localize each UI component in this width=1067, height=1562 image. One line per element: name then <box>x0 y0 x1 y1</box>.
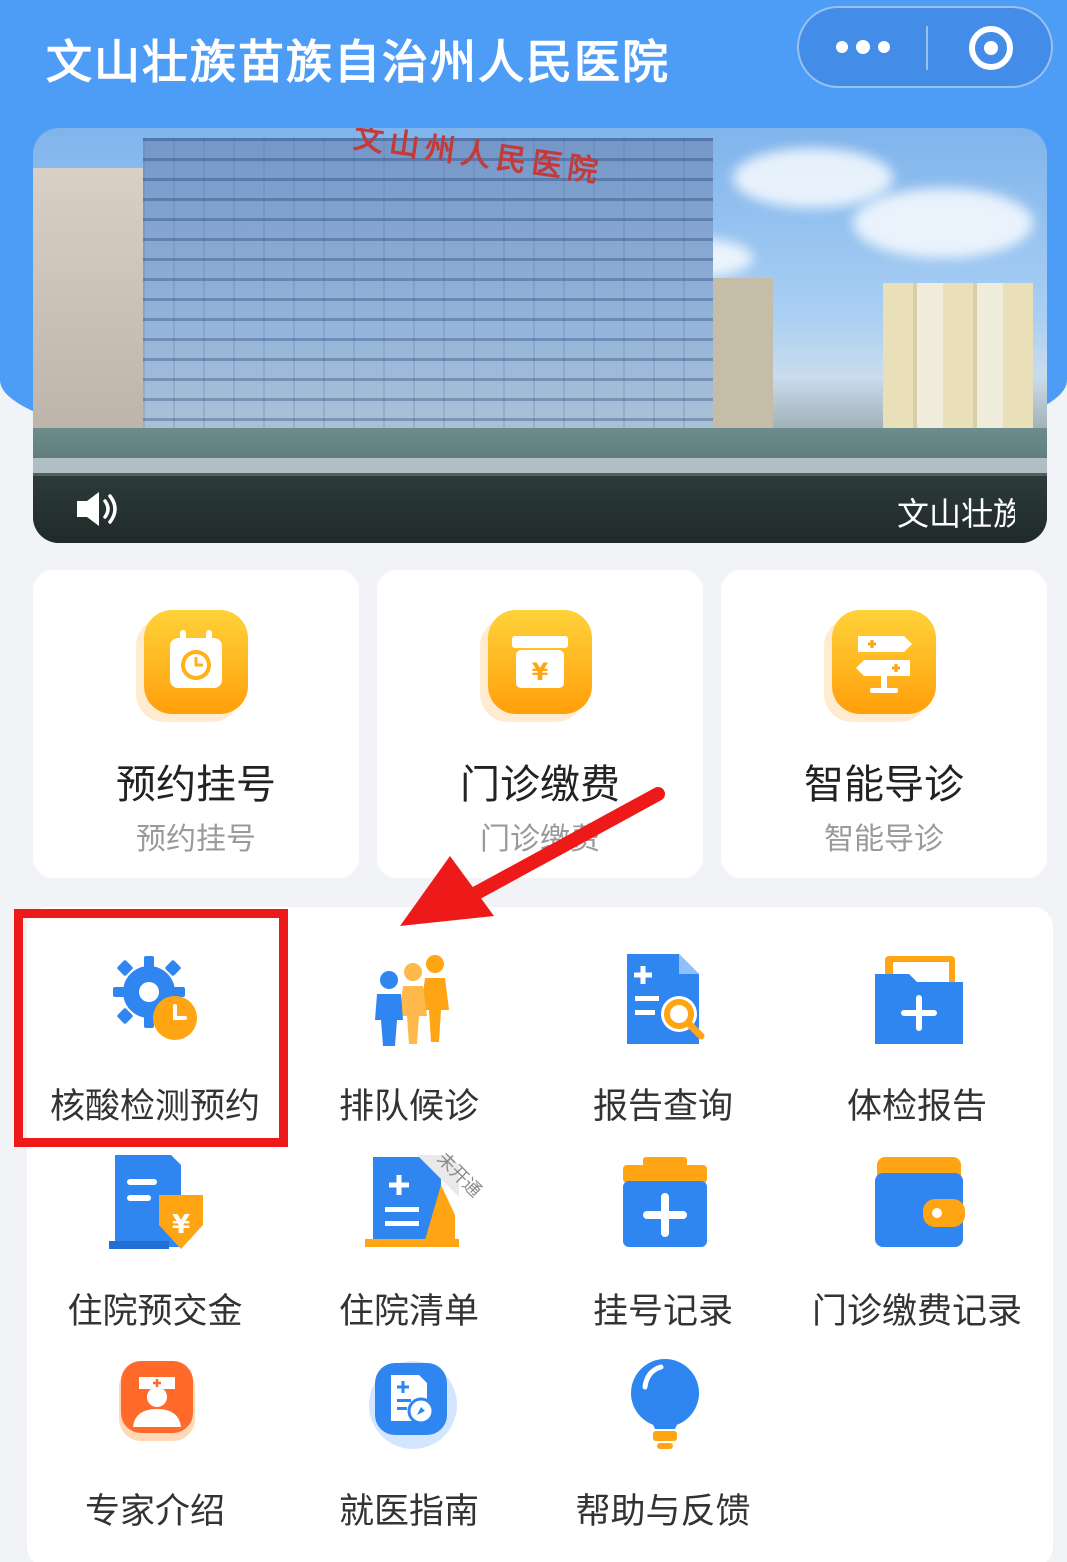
annotation-arrow-icon <box>400 787 665 926</box>
grid-item-label: 挂号记录 <box>592 1292 733 1332</box>
mini-program-capsule <box>797 6 1053 88</box>
payment-box-icon: ¥ <box>488 610 592 714</box>
card-subtitle: 预约挂号 <box>136 822 256 857</box>
marquee-text: 文山壮族 <box>897 495 1015 533</box>
wallet-icon <box>875 1157 965 1247</box>
grid-item-label: 体检报告 <box>846 1087 987 1127</box>
speaker-icon[interactable] <box>75 489 123 529</box>
target-close-icon[interactable] <box>969 26 1013 70</box>
card-title: 智能导诊 <box>804 762 964 808</box>
signpost-icon <box>832 610 936 714</box>
hospital-building <box>143 138 713 468</box>
grid-item-label: 专家介绍 <box>84 1492 225 1532</box>
cloud <box>733 148 893 208</box>
queue-people-icon <box>375 955 449 1046</box>
register-record-icon <box>623 1157 707 1247</box>
hospital-banner[interactable]: 文山州人民医院 文山壮族 <box>33 128 1047 543</box>
page-title: 文山壮族苗族自治州人民医院 <box>46 35 670 89</box>
report-search-icon <box>627 954 705 1044</box>
grid-item-inpatient-deposit[interactable]: ¥ 住院预交金 <box>27 1155 283 1335</box>
card-smart-triage[interactable]: 智能导诊 智能导诊 <box>721 570 1047 878</box>
app-header: 文山壮族苗族自治州人民医院 <box>0 0 1067 118</box>
grid-item-label: 住院清单 <box>338 1292 479 1332</box>
folder-plus-icon <box>875 956 963 1044</box>
grid-item-label: 住院预交金 <box>67 1292 243 1332</box>
capsule-divider <box>926 26 928 70</box>
guide-compass-icon <box>369 1361 457 1449</box>
svg-text:¥: ¥ <box>172 1210 190 1240</box>
grid-item-label: 报告查询 <box>592 1087 733 1127</box>
grid-item-payment-record[interactable]: 门诊缴费记录 <box>789 1155 1045 1335</box>
grid-item-label: 帮助与反馈 <box>575 1492 751 1532</box>
card-title: 预约挂号 <box>116 762 276 808</box>
grid-item-report-query[interactable]: 报告查询 <box>535 950 791 1130</box>
annotation-highlight-box <box>14 909 288 1147</box>
grid-item-label: 排队候诊 <box>338 1087 479 1127</box>
grid-item-help-feedback[interactable]: 帮助与反馈 <box>535 1355 791 1535</box>
grid-item-registration-record[interactable]: 挂号记录 <box>535 1155 791 1335</box>
grid-item-checkup-report[interactable]: 体检报告 <box>789 950 1045 1130</box>
grid-item-queue[interactable]: 排队候诊 <box>281 950 537 1130</box>
grid-item-label: 门诊缴费记录 <box>811 1292 1022 1332</box>
grid-item-label: 就医指南 <box>338 1492 479 1532</box>
more-dots-icon[interactable] <box>799 8 927 86</box>
doctor-icon <box>119 1361 195 1441</box>
grid-item-medical-guide[interactable]: 就医指南 <box>281 1355 537 1535</box>
deposit-doc-icon: ¥ <box>109 1155 203 1249</box>
lightbulb-icon <box>631 1359 699 1449</box>
grid-item-inpatient-list[interactable]: 未开通 住院清单 <box>281 1149 537 1335</box>
svg-text:¥: ¥ <box>532 658 549 686</box>
card-appointment[interactable]: 预约挂号 预约挂号 <box>33 570 359 878</box>
building <box>33 168 143 468</box>
calendar-clock-icon <box>144 610 248 714</box>
card-subtitle: 智能导诊 <box>824 822 944 857</box>
grid-item-experts[interactable]: 专家介绍 <box>27 1355 283 1535</box>
cloud <box>853 188 1033 258</box>
banner-caption-bar: 文山壮族 <box>33 473 1047 543</box>
